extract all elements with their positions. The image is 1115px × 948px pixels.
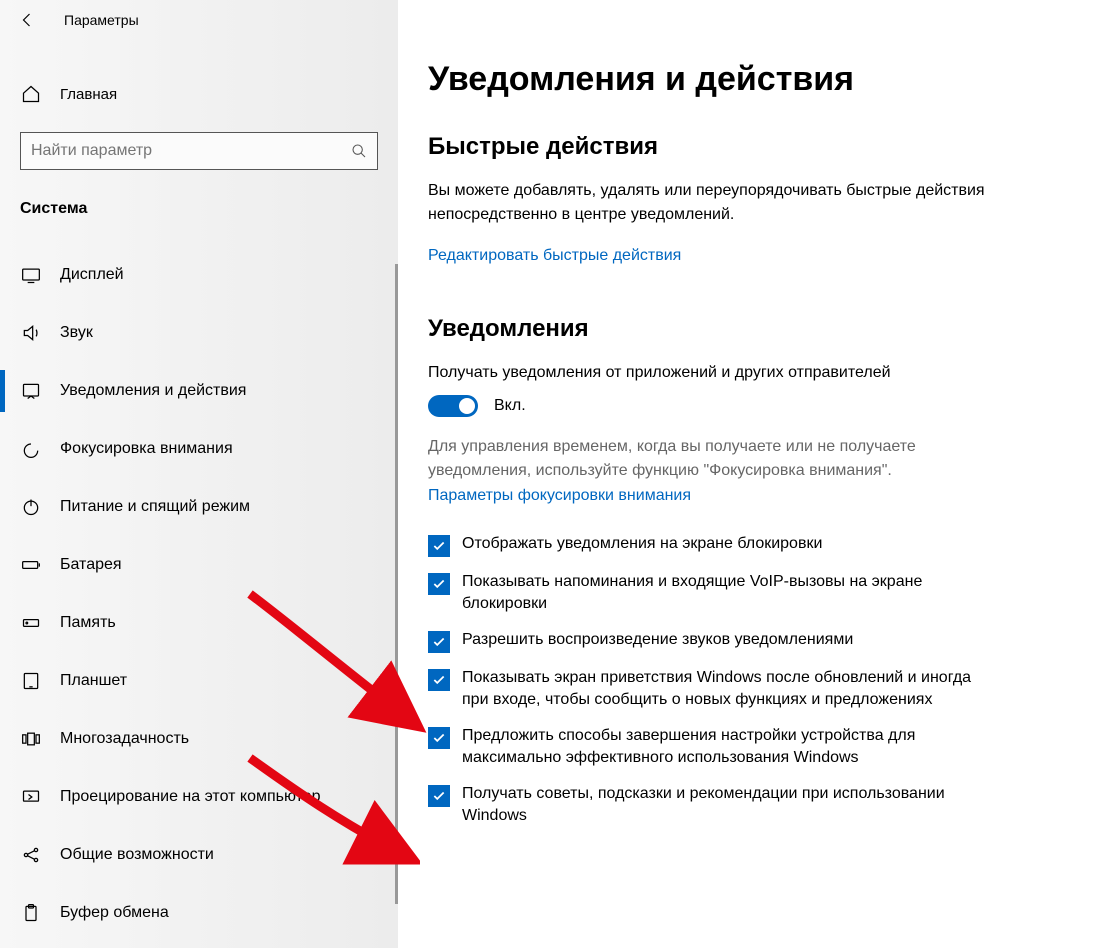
sidebar-item-shared[interactable]: Общие возможности — [0, 826, 398, 884]
tablet-icon — [20, 670, 42, 692]
sidebar-home-label: Главная — [60, 86, 117, 103]
quick-actions-heading: Быстрые действия — [428, 133, 1085, 161]
notifications-icon — [20, 380, 42, 402]
sidebar-item-clipboard[interactable]: Буфер обмена — [0, 884, 398, 942]
checkbox-reminders-voip[interactable] — [428, 573, 450, 595]
sidebar-item-storage[interactable]: Память — [0, 594, 398, 652]
sidebar-item-projection[interactable]: Проецирование на этот компьютер — [0, 768, 398, 826]
sidebar-item-label: Звук — [60, 324, 93, 342]
sidebar-section-heading: Система — [0, 200, 398, 218]
sidebar-item-multitask[interactable]: Многозадачность — [0, 710, 398, 768]
sidebar-item-focus[interactable]: Фокусировка внимания — [0, 420, 398, 478]
search-input[interactable] — [31, 142, 351, 160]
clipboard-icon — [20, 902, 42, 924]
sidebar-item-label: Планшет — [60, 672, 127, 690]
checkbox-lockscreen-notifications[interactable] — [428, 535, 450, 557]
notification-checkboxes: Отображать уведомления на экране блокиро… — [428, 533, 988, 827]
checkbox-label: Получать советы, подсказки и рекомендаци… — [462, 783, 988, 827]
main-content: Уведомления и действия Быстрые действия … — [428, 60, 1085, 948]
checkbox-label: Предложить способы завершения настройки … — [462, 725, 988, 769]
checkbox-tips[interactable] — [428, 785, 450, 807]
sidebar-item-label: Память — [60, 614, 116, 632]
checkbox-label: Разрешить воспроизведение звуков уведомл… — [462, 629, 853, 651]
window-title: Параметры — [64, 12, 139, 28]
page-title: Уведомления и действия — [428, 60, 1085, 99]
focus-assist-link[interactable]: Параметры фокусировки внимания — [428, 487, 1085, 505]
search-box[interactable] — [20, 132, 378, 170]
edit-quick-actions-link[interactable]: Редактировать быстрые действия — [428, 247, 1085, 265]
sidebar-item-label: Общие возможности — [60, 846, 214, 864]
display-icon — [20, 264, 42, 286]
sidebar: Параметры Главная Система Дисплей Звук — [0, 0, 398, 948]
battery-icon — [20, 554, 42, 576]
checkbox-notification-sounds[interactable] — [428, 631, 450, 653]
sidebar-item-sound[interactable]: Звук — [0, 304, 398, 362]
checkbox-label: Показывать экран приветствия Windows пос… — [462, 667, 988, 711]
sidebar-item-label: Дисплей — [60, 266, 124, 284]
checkbox-label: Показывать напоминания и входящие VoIP-в… — [462, 571, 988, 615]
titlebar: Параметры — [0, 0, 398, 40]
storage-icon — [20, 612, 42, 634]
checkbox-welcome-screen[interactable] — [428, 669, 450, 691]
sidebar-item-tablet[interactable]: Планшет — [0, 652, 398, 710]
search-container — [0, 132, 398, 170]
focus-assist-hint: Для управления временем, когда вы получа… — [428, 435, 988, 483]
sidebar-scrollbar[interactable] — [395, 264, 398, 904]
sidebar-nav: Дисплей Звук Уведомления и действия Фоку… — [0, 246, 398, 942]
sidebar-home[interactable]: Главная — [0, 70, 398, 118]
checkbox-label: Отображать уведомления на экране блокиро… — [462, 533, 822, 555]
shared-icon — [20, 844, 42, 866]
notifications-toggle-label: Получать уведомления от приложений и дру… — [428, 361, 988, 385]
sidebar-item-label: Фокусировка внимания — [60, 440, 233, 458]
sound-icon — [20, 322, 42, 344]
power-icon — [20, 496, 42, 518]
sidebar-item-label: Батарея — [60, 556, 122, 574]
sidebar-item-notifications[interactable]: Уведомления и действия — [0, 362, 398, 420]
notifications-toggle[interactable] — [428, 395, 478, 417]
sidebar-item-label: Многозадачность — [60, 730, 189, 748]
sidebar-item-display[interactable]: Дисплей — [0, 246, 398, 304]
checkbox-setup-suggestions[interactable] — [428, 727, 450, 749]
project-icon — [20, 786, 42, 808]
notifications-heading: Уведомления — [428, 315, 1085, 343]
sidebar-item-label: Проецирование на этот компьютер — [60, 788, 321, 806]
multitask-icon — [20, 728, 42, 750]
quick-actions-desc: Вы можете добавлять, удалять или переупо… — [428, 179, 988, 227]
back-button[interactable] — [18, 10, 38, 30]
sidebar-item-power[interactable]: Питание и спящий режим — [0, 478, 398, 536]
sidebar-item-battery[interactable]: Батарея — [0, 536, 398, 594]
sidebar-item-label: Уведомления и действия — [60, 382, 246, 400]
sidebar-item-label: Буфер обмена — [60, 904, 169, 922]
sidebar-item-label: Питание и спящий режим — [60, 498, 250, 516]
search-icon — [351, 143, 367, 159]
focus-icon — [20, 438, 42, 460]
home-icon — [20, 83, 42, 105]
toggle-state-label: Вкл. — [494, 397, 526, 415]
